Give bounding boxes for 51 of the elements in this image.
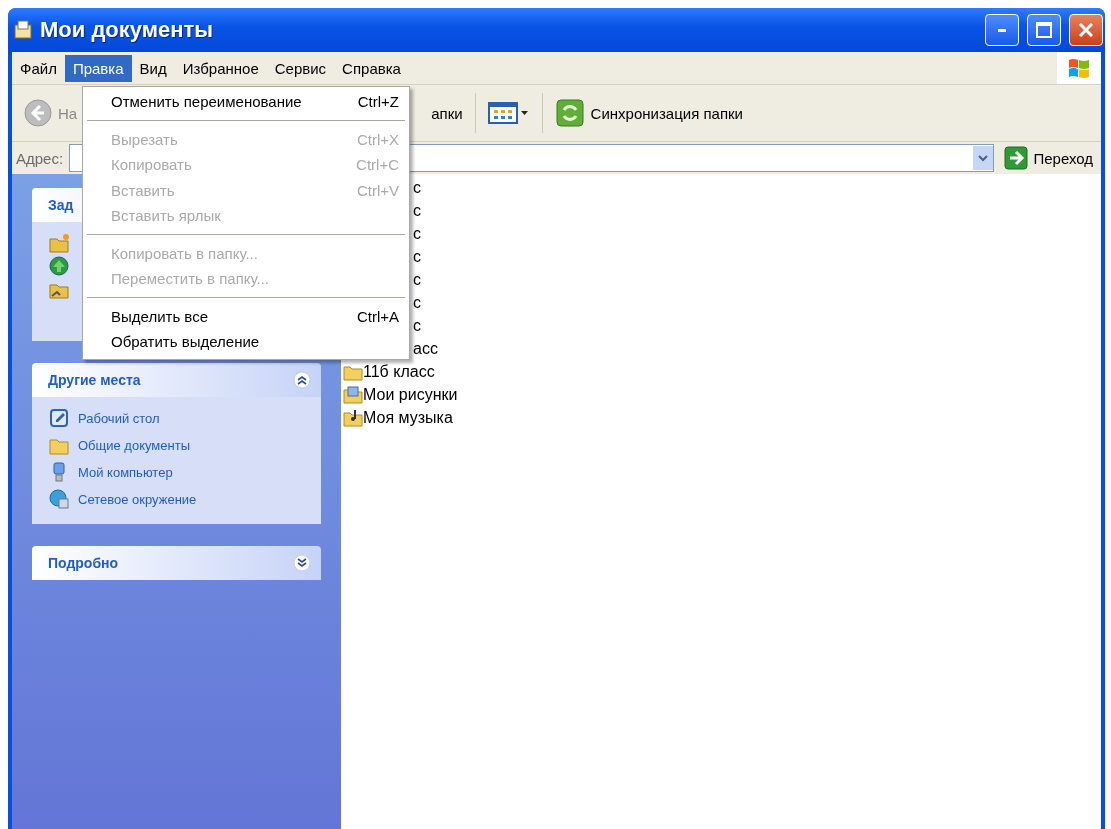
file-name[interactable]: с (413, 270, 421, 289)
file-name[interactable]: с (413, 178, 421, 197)
folders-button[interactable]: апки (427, 100, 467, 126)
file-name[interactable]: с (413, 201, 421, 220)
address-label: Адрес: (16, 149, 64, 167)
windows-logo-icon (1066, 56, 1092, 80)
chevron-icon[interactable] (293, 554, 311, 572)
file-name[interactable]: с (413, 247, 421, 266)
close-button[interactable] (1069, 14, 1103, 46)
views-icon (487, 101, 530, 125)
menu-item[interactable]: Избранное (174, 54, 267, 82)
file-name[interactable]: с (413, 224, 421, 243)
panel-header[interactable]: Другие места (32, 363, 321, 397)
file-name[interactable]: с (413, 316, 421, 335)
panel-link[interactable]: Мой компьютер (78, 464, 173, 480)
menu-item[interactable]: Вид (131, 54, 175, 82)
minimize-button[interactable] (985, 14, 1019, 46)
file-name[interactable]: Мои рисунки (363, 385, 458, 404)
folder-icon (343, 408, 363, 427)
menu-option[interactable]: Отменить переименование Ctrl+Z (83, 89, 409, 115)
minimize-icon (998, 28, 1006, 32)
menu-item[interactable]: Правка (64, 54, 132, 82)
menu-item[interactable]: Справка (334, 54, 409, 82)
window-title: Мои документы (40, 17, 214, 43)
panel-link[interactable]: Общие документы (78, 437, 190, 453)
maximize-button[interactable] (1027, 14, 1061, 46)
go-button[interactable]: Переход (1000, 146, 1097, 170)
dropdown-button[interactable] (973, 146, 994, 170)
menu-option[interactable]: Обратить выделение (83, 329, 409, 355)
chevron-icon[interactable] (293, 371, 311, 389)
network-icon (48, 488, 70, 510)
file-name[interactable]: асс (413, 339, 438, 358)
panel-header[interactable]: Подробно (32, 546, 321, 580)
menu-item[interactable]: Файл (12, 54, 65, 82)
caret-icon (978, 154, 989, 162)
file-name[interactable]: с (413, 293, 421, 312)
sync-icon (554, 98, 585, 128)
file-name[interactable]: 11б класс (363, 362, 435, 381)
folder-icon (48, 232, 70, 254)
folder-icon (12, 19, 34, 41)
close-icon (1079, 23, 1093, 37)
panel-link[interactable]: Рабочий стол (78, 410, 160, 426)
sync-folder-button[interactable]: Синхронизация папки (550, 94, 747, 132)
panel-link[interactable]: Сетевое окружение (78, 491, 197, 507)
globe-icon (48, 255, 70, 277)
maximize-icon (1036, 22, 1052, 38)
menu-option[interactable]: Выделить все Ctrl+A (83, 303, 409, 329)
file-name[interactable]: Моя музыка (363, 408, 453, 427)
desktop-icon (48, 407, 70, 429)
menu-item[interactable]: Сервис (266, 54, 335, 82)
folder-icon (343, 385, 363, 404)
